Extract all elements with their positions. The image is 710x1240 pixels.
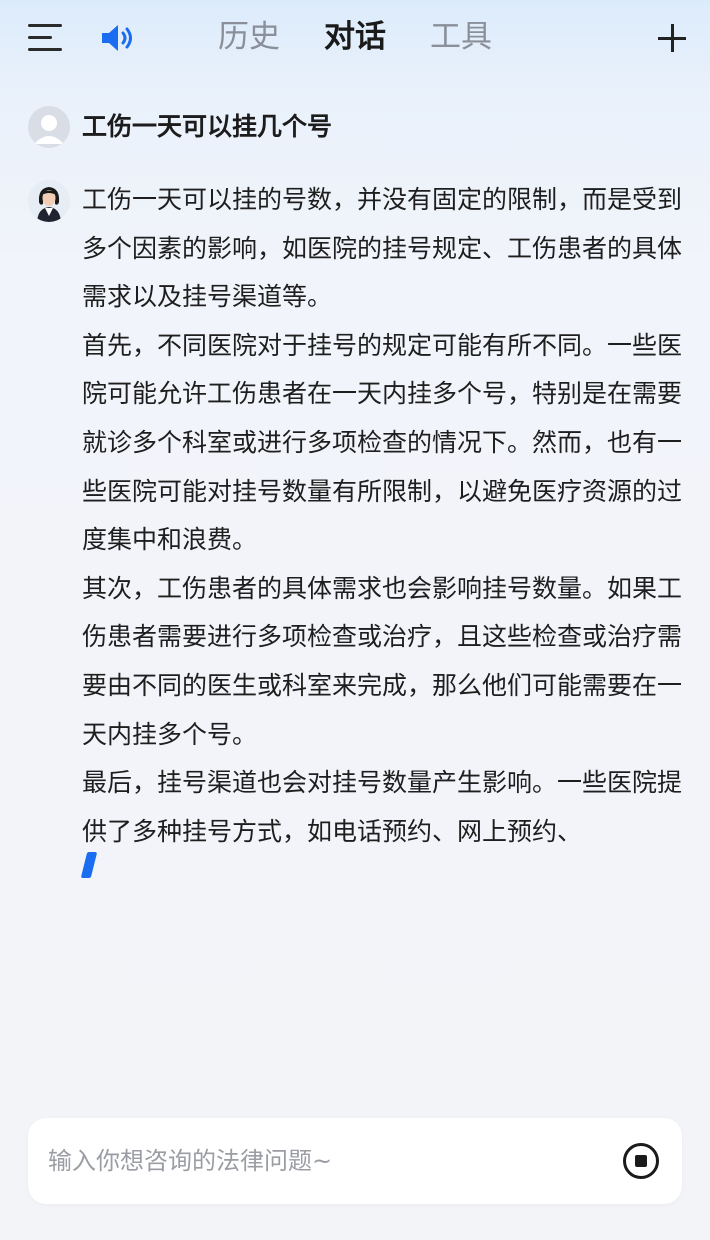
assistant-answer: 工伤一天可以挂的号数，并没有固定的限制，而是受到多个因素的影响，如医院的挂号规定…	[82, 176, 682, 856]
question-input[interactable]	[48, 1138, 608, 1184]
answer-paragraph: 工伤一天可以挂的号数，并没有固定的限制，而是受到多个因素的影响，如医院的挂号规定…	[82, 185, 683, 312]
answer-paragraph: 最后，挂号渠道也会对挂号数量产生影响。一些医院提供了多种挂号方式，如电话预约、网…	[82, 768, 683, 846]
assistant-portrait-icon	[28, 180, 70, 222]
tab-tools[interactable]: 工具	[430, 16, 492, 58]
user-silhouette-icon	[34, 115, 64, 144]
message-input-bar	[28, 1118, 682, 1204]
tab-history[interactable]: 历史	[218, 16, 280, 58]
hamburger-menu-icon[interactable]	[28, 24, 62, 52]
top-bar: 历史 对话 工具	[0, 0, 710, 74]
user-question-text: 工伤一天可以挂几个号	[82, 112, 333, 141]
answer-paragraph: 首先，不同医院对于挂号的规定可能有所不同。一些医院可能允许工伤患者在一天内挂多个…	[82, 330, 683, 555]
stop-generation-icon[interactable]	[622, 1142, 660, 1180]
speaker-volume-icon[interactable]	[100, 22, 136, 54]
plus-icon[interactable]	[656, 22, 688, 54]
answer-paragraph: 其次，工伤患者的具体需求也会影响挂号数量。如果工伤患者需要进行多项检查或治疗，且…	[82, 573, 683, 749]
assistant-avatar	[28, 180, 70, 222]
tab-chat[interactable]: 对话	[324, 16, 386, 58]
user-avatar	[28, 106, 70, 148]
